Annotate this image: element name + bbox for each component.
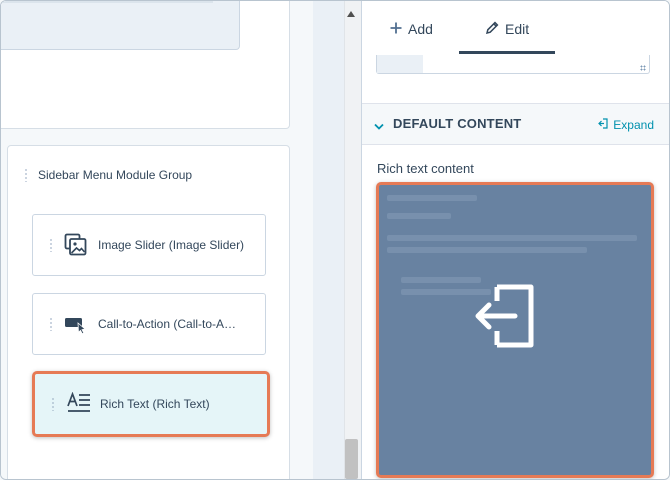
group-title: Sidebar Menu Module Group <box>38 168 193 182</box>
rich-text-icon <box>66 391 90 416</box>
module-rich-text[interactable]: Rich Text (Rich Text) <box>32 371 270 437</box>
default-content-section-header[interactable]: DEFAULT CONTENT Expand <box>362 103 669 145</box>
module-call-to-action[interactable]: Call-to-Action (Call-to-A… <box>32 293 266 355</box>
tab-add[interactable]: Add <box>390 21 433 37</box>
scroll-up-arrow-icon[interactable] <box>347 11 355 17</box>
placeholder-line <box>401 277 481 283</box>
scrollbar-thumb[interactable] <box>345 439 358 479</box>
panel-tabs: Add Edit <box>362 1 669 55</box>
drag-handle-icon[interactable] <box>51 397 55 411</box>
module-preview <box>1 1 240 50</box>
module-label: Image Slider (Image Slider) <box>98 238 245 252</box>
drop-enter-icon <box>475 281 539 351</box>
group-header[interactable]: Sidebar Menu Module Group <box>24 168 192 182</box>
placeholder-line <box>387 235 637 241</box>
drag-handle-icon[interactable] <box>49 238 53 252</box>
tab-edit[interactable]: Edit <box>485 21 530 37</box>
plus-icon <box>390 21 402 37</box>
drag-handle-icon[interactable] <box>24 168 28 182</box>
image-slider-icon <box>64 233 88 257</box>
cta-icon <box>64 312 88 336</box>
tab-label: Edit <box>505 21 530 37</box>
expand-icon <box>598 118 608 132</box>
field-label: Rich text content <box>377 161 474 176</box>
edit-panel: Add Edit DEFAULT CONTENT Expand Rich tex… <box>361 1 669 479</box>
section-title: DEFAULT CONTENT <box>393 116 522 131</box>
rich-text-drop-zone[interactable] <box>376 182 654 478</box>
sidebar-menu-module-group[interactable]: Sidebar Menu Module Group Image Slider (… <box>7 145 290 479</box>
pencil-icon <box>485 21 499 37</box>
drag-handle-icon[interactable] <box>49 317 53 331</box>
expand-button[interactable]: Expand <box>598 118 654 132</box>
app-window: Sidebar Menu Module Group Image Slider (… <box>0 0 670 480</box>
tab-label: Add <box>408 21 433 37</box>
expand-label: Expand <box>613 118 654 132</box>
placeholder-line <box>387 247 587 253</box>
chevron-down-icon[interactable] <box>374 118 384 136</box>
placeholder-line <box>387 195 477 201</box>
module-label: Rich Text (Rich Text) <box>100 397 210 411</box>
active-tab-indicator <box>459 51 555 54</box>
text-field[interactable] <box>376 55 650 74</box>
resize-handle-icon[interactable] <box>640 65 646 71</box>
module-card-top[interactable] <box>1 1 290 129</box>
scrollbar[interactable] <box>344 1 361 479</box>
module-label: Call-to-Action (Call-to-A… <box>98 317 237 331</box>
module-image-slider[interactable]: Image Slider (Image Slider) <box>32 214 266 276</box>
placeholder-line <box>387 213 451 219</box>
page-canvas: Sidebar Menu Module Group Image Slider (… <box>1 1 313 479</box>
